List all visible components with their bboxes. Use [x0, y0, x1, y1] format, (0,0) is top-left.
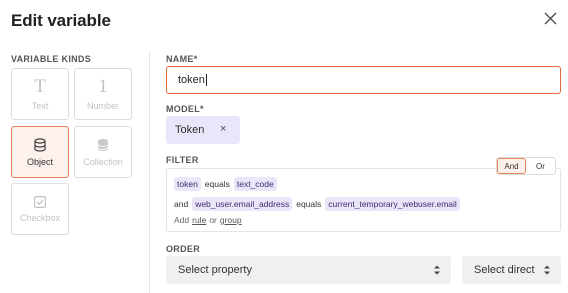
- filter-label: FILTER: [166, 155, 199, 165]
- order-direction-placeholder: Select direct: [474, 264, 535, 276]
- remove-model-icon[interactable]: ×: [220, 123, 226, 135]
- model-chip-label: Token: [175, 124, 205, 136]
- number-icon: 1: [98, 76, 108, 97]
- kind-checkbox-label: Checkbox: [19, 212, 61, 223]
- model-label: MODEL*: [166, 104, 204, 114]
- kind-checkbox[interactable]: Checkbox: [11, 183, 69, 235]
- close-button[interactable]: [540, 8, 560, 28]
- kind-number-label: Number: [86, 101, 119, 111]
- name-label: NAME*: [166, 54, 198, 64]
- add-prefix: Add: [174, 215, 190, 225]
- text-caret: [205, 74, 207, 86]
- add-rule-link[interactable]: rule: [192, 215, 206, 225]
- order-property-placeholder: Select property: [178, 264, 252, 276]
- filter-condition-row: token equals text_code: [174, 177, 277, 191]
- combinator-and-button[interactable]: And: [497, 158, 526, 174]
- kind-number[interactable]: 1 Number: [74, 68, 132, 120]
- condition-operator[interactable]: equals: [205, 179, 230, 189]
- filter-add-row: Add rule or group: [174, 215, 242, 225]
- name-input[interactable]: token: [166, 66, 561, 94]
- kind-collection-label: Collection: [83, 156, 123, 167]
- kind-text-label: Text: [31, 101, 49, 111]
- condition-operator[interactable]: equals: [296, 199, 321, 209]
- dialog-title: Edit variable: [11, 11, 111, 30]
- filter-combinator-toggle: And Or: [496, 157, 556, 175]
- collection-stack-icon: [97, 138, 109, 151]
- kind-object-label: Object: [26, 156, 53, 167]
- order-label: ORDER: [166, 244, 201, 254]
- add-group-link[interactable]: group: [220, 215, 242, 225]
- condition-field-tag[interactable]: token: [174, 177, 201, 191]
- checkbox-icon: [34, 195, 46, 208]
- sort-arrows-icon: [544, 265, 550, 275]
- kind-collection[interactable]: Collection: [74, 126, 132, 178]
- database-icon: [34, 137, 46, 152]
- combinator-or-button[interactable]: Or: [526, 158, 555, 174]
- add-or-text: or: [209, 215, 217, 225]
- name-input-value: token: [178, 74, 205, 86]
- filter-condition-row: and web_user.email_address equals curren…: [174, 197, 460, 211]
- kind-text[interactable]: T Text: [11, 68, 69, 120]
- sort-arrows-icon: [434, 265, 440, 275]
- variable-kinds-label: VARIABLE KINDS: [11, 54, 92, 64]
- condition-value-tag[interactable]: text_code: [233, 177, 277, 191]
- panel-divider: [149, 52, 150, 293]
- condition-field-tag[interactable]: web_user.email_address: [192, 197, 293, 211]
- condition-value-tag[interactable]: current_temporary_webuser.email: [325, 197, 460, 211]
- kind-object[interactable]: Object: [11, 126, 69, 178]
- text-icon: T: [34, 76, 46, 97]
- order-property-select[interactable]: Select property: [166, 256, 451, 284]
- close-icon: [543, 11, 557, 25]
- order-direction-select[interactable]: Select direct: [462, 256, 561, 284]
- condition-prefix: and: [174, 199, 189, 209]
- model-chip[interactable]: Token ×: [166, 116, 240, 144]
